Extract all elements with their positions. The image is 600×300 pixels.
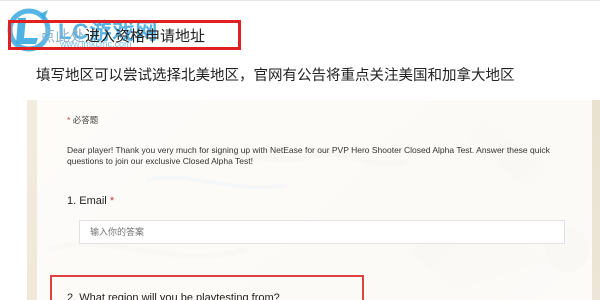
heading-link-prefix[interactable]: 点此处: [40, 28, 85, 45]
required-note: * 必答题: [67, 114, 98, 126]
question-1-required-star: *: [109, 195, 115, 207]
page: LC游戏网 www.lmkcmc.com 点此处进入资格申请地址 填写地区可以尝…: [0, 0, 600, 300]
question-1-label: 1. Email *: [67, 195, 114, 207]
signup-form-screenshot: * 必答题 Dear player! Thank you very much f…: [27, 100, 600, 300]
form-card: * 必答题 Dear player! Thank you very much f…: [37, 100, 592, 300]
required-star: *: [67, 115, 71, 125]
email-field[interactable]: [79, 220, 565, 244]
question-1-text: 1. Email: [67, 195, 107, 207]
question-2-label: 2. What region will you be playtesting f…: [67, 292, 280, 300]
form-intro-text: Dear player! Thank you very much for sig…: [67, 145, 550, 166]
apply-link-heading[interactable]: 点此处进入资格申请地址: [40, 25, 205, 46]
required-note-text: 必答题: [72, 115, 99, 125]
top-divider: [0, 0, 600, 1]
region-tip-paragraph: 填写地区可以尝试选择北美地区，官网有公告将重点关注美国和加拿大地区: [36, 68, 515, 84]
heading-link-text[interactable]: 进入资格申请地址: [85, 28, 205, 45]
